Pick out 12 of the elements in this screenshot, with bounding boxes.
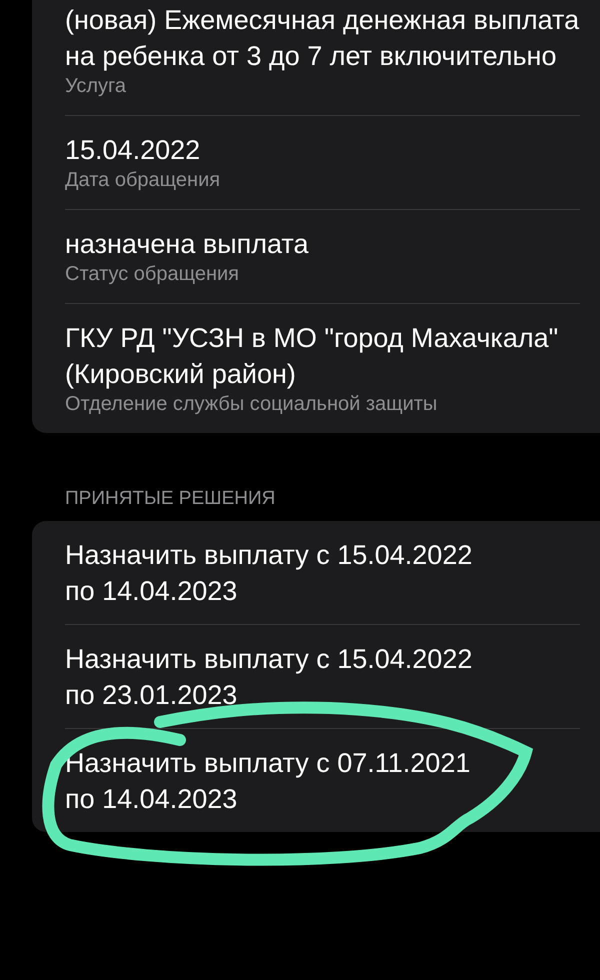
detail-label: Дата обращения: [65, 168, 222, 192]
section-header: ПРИНЯТЫЕ РЕШЕНИЯ: [65, 487, 276, 511]
decision-text: Назначить выплату с 15.04.2022 по 23.01.2023: [65, 643, 474, 712]
decision-text: Назначить выплату с 15.04.2022 по 14.04.2023: [65, 539, 474, 608]
detail-label: Статус обращения: [65, 262, 240, 286]
detail-label: Отделение службы социальной защиты: [65, 392, 438, 416]
detail-value: (новая) Ежемесячная денежная выплата на ребенка от 3 до 7 лет включительно: [65, 4, 580, 73]
detail-value: назначена выплата: [65, 228, 310, 261]
detail-value: 15.04.2022: [65, 134, 202, 167]
detail-label: Услуга: [65, 74, 128, 98]
detail-value: ГКУ РД "УСЗН в МО "город Махачкала" (Кировский район): [65, 322, 560, 391]
decision-text: Назначить выплату с 07.11.2021 по 14.04.2023: [65, 747, 472, 816]
